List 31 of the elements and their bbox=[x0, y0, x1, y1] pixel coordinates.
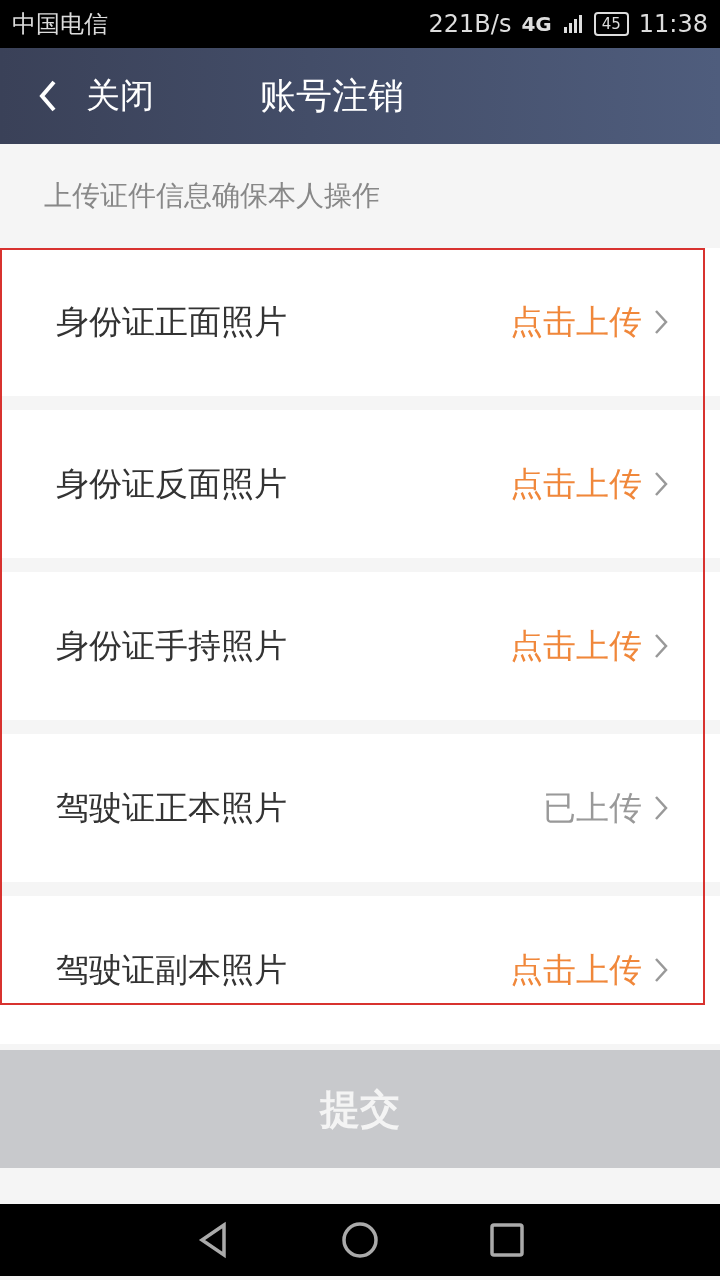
clock: 11:38 bbox=[638, 10, 708, 38]
chevron-icon bbox=[654, 309, 668, 335]
upload-status: 点击上传 bbox=[510, 300, 642, 343]
network-type: 4G bbox=[521, 12, 552, 36]
row-label: 身份证正面照片 bbox=[56, 300, 288, 343]
chevron-icon bbox=[654, 633, 668, 659]
upload-row[interactable]: 身份证正面照片 点击上传 bbox=[0, 248, 720, 396]
upload-status: 已上传 bbox=[543, 786, 642, 829]
upload-row[interactable]: 驾驶证正本照片 已上传 bbox=[0, 734, 720, 882]
row-label: 驾驶证副本照片 bbox=[56, 948, 288, 991]
row-label: 身份证手持照片 bbox=[56, 624, 288, 667]
upload-status: 点击上传 bbox=[510, 462, 642, 505]
chevron-icon bbox=[654, 795, 668, 821]
battery-level: 45 bbox=[593, 12, 629, 36]
upload-status: 点击上传 bbox=[510, 948, 642, 991]
recents-icon[interactable] bbox=[487, 1221, 526, 1259]
upload-row[interactable]: 身份证手持照片 点击上传 bbox=[0, 572, 720, 720]
chevron-icon bbox=[654, 471, 668, 497]
signal-icon bbox=[561, 13, 584, 35]
network-speed: 221B/s bbox=[428, 10, 512, 38]
page-title: 账号注销 bbox=[260, 73, 404, 118]
upload-status: 点击上传 bbox=[510, 624, 642, 667]
hint-text: 上传证件信息确保本人操作 bbox=[43, 178, 381, 214]
close-button[interactable]: 关闭 bbox=[0, 73, 260, 119]
home-icon[interactable] bbox=[341, 1221, 379, 1259]
upload-row[interactable]: 身份证反面照片 点击上传 bbox=[0, 410, 720, 558]
upload-row[interactable]: 驾驶证副本照片 点击上传 bbox=[0, 896, 720, 1044]
row-label: 驾驶证正本照片 bbox=[56, 786, 288, 829]
carrier-name: 中国电信 bbox=[12, 9, 108, 40]
chevron-icon bbox=[654, 957, 668, 983]
row-label: 身份证反面照片 bbox=[56, 462, 288, 505]
